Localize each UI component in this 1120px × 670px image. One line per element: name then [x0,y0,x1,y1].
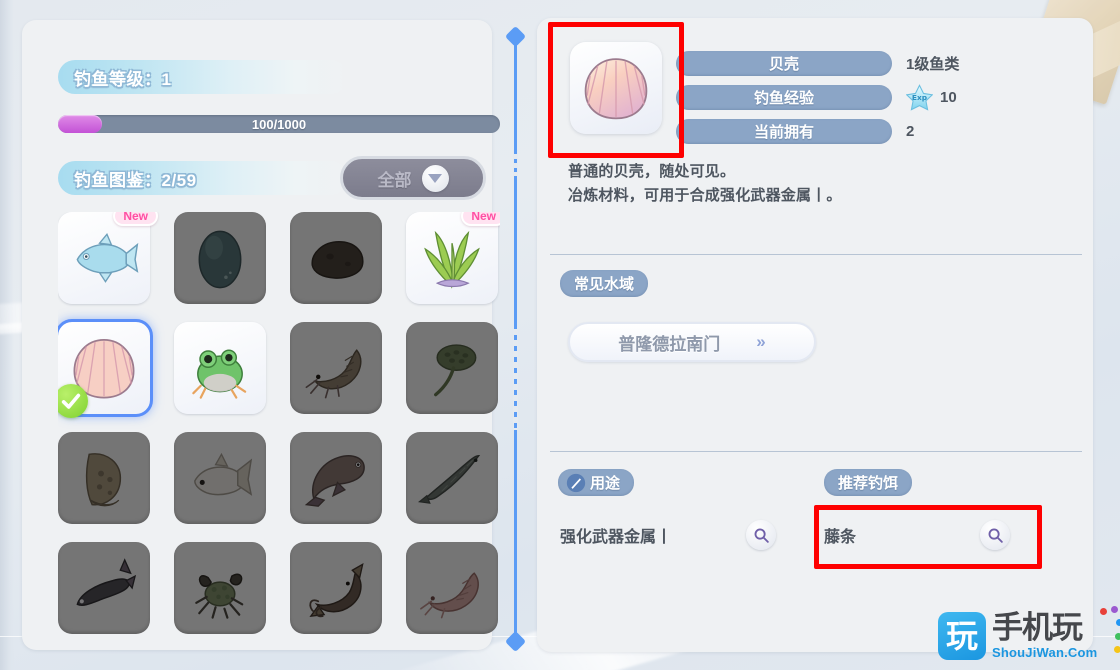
water-location-button[interactable]: 普隆德拉南门 » [568,322,816,362]
fish-cell[interactable] [290,542,382,634]
knife-icon [566,473,586,492]
panel-divider-marker [504,24,527,653]
watermark-logo-square: 玩 [938,612,986,660]
fish-cell[interactable] [290,212,382,304]
fish-cell[interactable] [58,432,150,524]
watermark-dots [1100,606,1120,658]
item-stat-row: 钓鱼经验 Exp 10 [676,83,957,111]
fish-cell[interactable] [290,432,382,524]
search-icon[interactable] [746,520,776,550]
watermark-en-text: ShouJiWan.Com [992,644,1098,660]
exp-star-icon: Exp [906,83,933,111]
item-exp-pill: 钓鱼经验 [676,84,892,110]
recommended-bait-label: 推荐钓饵 [838,475,899,492]
fish-cell[interactable] [174,542,266,634]
exp-progress-text: 100/1000 [251,116,307,132]
fish-cell[interactable]: New [58,212,158,304]
item-grade-value: 1级鱼类 [906,55,960,73]
exp-progress-bar: 100/1000 [58,115,500,133]
item-stat-row: 贝壳 1级鱼类 [676,50,959,76]
fish-cell[interactable] [174,322,266,414]
item-name-label: 贝壳 [768,55,799,73]
item-exp-value: 10 [940,88,957,106]
item-owned-value: 2 [906,122,915,140]
chevron-right-icon: » [756,332,766,351]
item-stat-row: 当前拥有 2 [676,118,914,144]
fish-cell[interactable] [406,432,498,524]
new-badge: New [461,212,500,226]
fish-cell[interactable]: New [406,212,500,304]
fishing-level-label: 钓鱼等级：1 [74,69,172,89]
fishing-dex-banner: 钓鱼图鉴：2/59 [58,161,348,195]
fish-cell[interactable] [406,322,498,414]
section-divider [550,451,1082,452]
item-description-line-1: 普通的贝壳，随处可见。 [568,163,736,180]
common-waters-tag: 常见水域 [560,270,649,297]
fish-cell[interactable] [174,212,266,304]
fish-cell[interactable] [58,542,150,634]
item-exp-label: 钓鱼经验 [753,89,814,107]
use-tag: 用途 [558,469,635,496]
item-owned-pill: 当前拥有 [676,118,892,144]
fish-cell[interactable] [406,542,498,634]
fishing-dex-label: 钓鱼图鉴：2/59 [74,170,197,190]
search-icon[interactable] [980,520,1010,550]
new-badge: New [113,212,158,226]
background-pillar [0,0,14,670]
use-label: 用途 [590,475,621,492]
bait-item-row: 藤条 [824,520,1010,550]
svg-text:Exp: Exp [912,93,927,102]
shell-pink-icon [584,58,648,120]
fish-cell[interactable] [290,322,382,414]
filter-dropdown-label: 全部 [377,170,412,190]
common-waters-label: 常见水域 [574,276,635,293]
fishing-codex-panel: 钓鱼等级：1 100/1000 钓鱼图鉴：2/59 全部 New New [22,20,500,650]
item-icon-box[interactable] [570,42,662,134]
item-name-pill: 贝壳 [676,50,892,76]
collected-check-icon [58,384,88,418]
exp-progress-fill [58,115,103,133]
filter-dropdown-button[interactable]: 全部 [340,156,486,200]
divider-diamond-bottom [504,630,527,653]
use-item-row: 强化武器金属丨 [560,520,776,550]
water-location-label: 普隆德拉南门 [618,334,721,354]
fishing-level-banner: 钓鱼等级：1 [58,60,348,94]
watermark-glyph: 玩 [945,617,978,655]
fish-cell[interactable] [58,319,153,418]
use-item-name: 强化武器金属丨 [560,529,673,546]
fish-cell[interactable] [174,432,266,524]
item-description-line-2: 冶炼材料，可用于合成强化武器金属丨。 [568,187,842,205]
section-divider [550,254,1082,255]
fish-collection-grid[interactable]: New New [58,212,500,652]
bait-item-name: 藤条 [824,529,857,546]
item-description: 普通的贝壳，随处可见。 冶炼材料，可用于合成强化武器金属丨。 [568,160,1068,209]
recommended-bait-tag: 推荐钓饵 [824,469,913,496]
item-owned-label: 当前拥有 [753,123,814,141]
chevron-down-icon[interactable] [421,164,449,192]
watermark-cn-text: 手机玩 [992,609,1083,646]
item-exp-value-wrap: Exp 10 [906,83,957,111]
watermark: 玩 手机玩 ShouJiWan.Com [938,606,1120,660]
divider-diamond-top [504,25,527,48]
